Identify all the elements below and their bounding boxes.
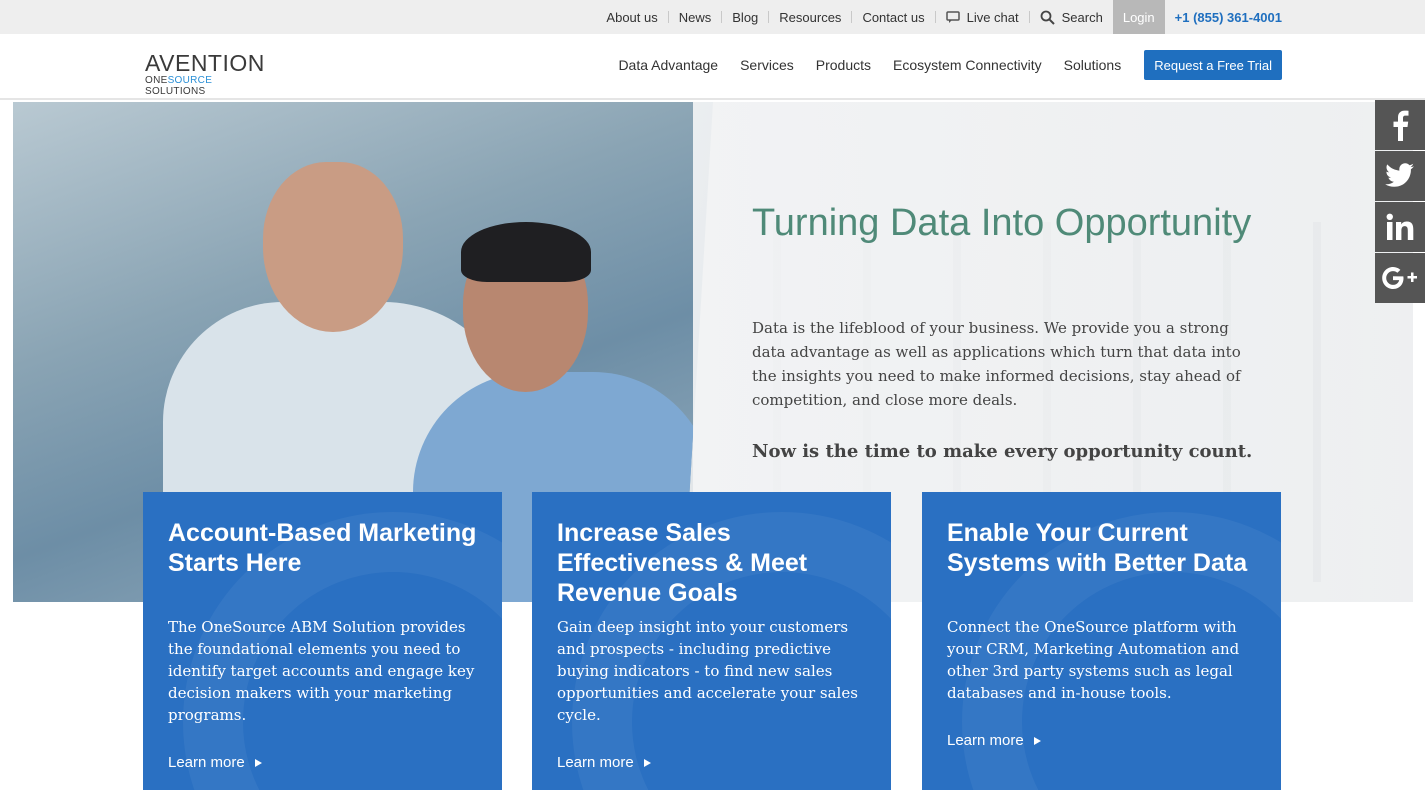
twitter-button[interactable]	[1375, 151, 1425, 201]
googleplus-button[interactable]	[1375, 253, 1425, 303]
logo-sub-solutions: SOLUTIONS	[145, 86, 206, 97]
facebook-button[interactable]	[1375, 100, 1425, 150]
learn-more-label: Learn more	[947, 732, 1024, 749]
hero-description: Data is the lifeblood of your business. …	[752, 319, 1241, 409]
feature-card-abm: Account-Based Marketing Starts Here The …	[143, 492, 502, 790]
card-body: Connect the OneSource platform with your…	[947, 618, 1240, 702]
arrow-right-icon	[1033, 736, 1041, 745]
phone-number[interactable]: +1 (855) 361-4001	[1165, 10, 1282, 25]
arrow-right-icon	[254, 758, 262, 767]
learn-more-link[interactable]: Learn more	[168, 754, 262, 771]
card-title: Increase Sales Effectiveness & Meet Reve…	[557, 519, 808, 607]
main-nav: Data Advantage Services Products Ecosyst…	[607, 50, 1282, 80]
googleplus-icon	[1382, 267, 1417, 289]
about-us-link[interactable]: About us	[596, 0, 667, 34]
blog-link[interactable]: Blog	[722, 0, 768, 34]
logo-text: AVENTION	[145, 50, 265, 76]
nav-services[interactable]: Services	[729, 57, 805, 73]
twitter-icon	[1385, 163, 1414, 187]
nav-solutions[interactable]: Solutions	[1053, 57, 1133, 73]
logo-sub-one: ONE	[145, 75, 168, 86]
logo-sub-source: SOURCE	[167, 75, 213, 86]
linkedin-icon	[1386, 213, 1414, 240]
card-title: Enable Your Current Systems with Better …	[947, 519, 1248, 577]
facebook-icon	[1393, 110, 1409, 141]
login-button[interactable]: Login	[1112, 0, 1165, 34]
social-sidebar	[1375, 100, 1425, 304]
live-chat-label: Live chat	[966, 9, 1019, 25]
logo-tagline: ONESOURCE SOLUTIONS	[145, 75, 275, 97]
main-header: AVENTION ONESOURCE SOLUTIONS Data Advant…	[0, 34, 1425, 100]
live-chat-link[interactable]: Live chat	[936, 0, 1029, 34]
learn-more-link[interactable]: Learn more	[557, 754, 651, 771]
utility-bar: About us News Blog Resources Contact us …	[0, 0, 1425, 34]
news-link[interactable]: News	[669, 0, 722, 34]
contact-us-link[interactable]: Contact us	[852, 0, 934, 34]
avention-logo[interactable]: AVENTION ONESOURCE SOLUTIONS	[145, 50, 275, 98]
request-free-trial-button[interactable]: Request a Free Trial	[1144, 50, 1282, 80]
linkedin-button[interactable]	[1375, 202, 1425, 252]
learn-more-label: Learn more	[168, 754, 245, 771]
hero-title: Turning Data Into Opportunity	[752, 202, 1252, 244]
card-title: Account-Based Marketing Starts Here	[168, 519, 477, 577]
feature-card-sales: Increase Sales Effectiveness & Meet Reve…	[532, 492, 891, 790]
nav-products[interactable]: Products	[805, 57, 882, 73]
learn-more-link[interactable]: Learn more	[947, 732, 1041, 749]
person-left-head	[263, 162, 403, 332]
search-label: Search	[1061, 9, 1103, 25]
utility-links: About us News Blog Resources Contact us …	[596, 0, 1282, 34]
resources-link[interactable]: Resources	[769, 0, 851, 34]
nav-data-advantage[interactable]: Data Advantage	[607, 57, 729, 73]
logo-wordmark: AVENTION	[145, 50, 275, 76]
hero-tagline: Now is the time to make every opportunit…	[752, 441, 1253, 462]
learn-more-label: Learn more	[557, 754, 634, 771]
feature-card-systems: Enable Your Current Systems with Better …	[922, 492, 1281, 790]
chat-bubble-icon	[945, 10, 960, 24]
nav-ecosystem-connectivity[interactable]: Ecosystem Connectivity	[882, 57, 1053, 73]
search-link[interactable]: Search	[1030, 0, 1113, 34]
person-right-hair	[461, 222, 591, 282]
card-body: Gain deep insight into your customers an…	[557, 618, 858, 724]
card-body: The OneSource ABM Solution provides the …	[168, 618, 475, 724]
search-icon	[1040, 10, 1055, 25]
arrow-right-icon	[643, 758, 651, 767]
